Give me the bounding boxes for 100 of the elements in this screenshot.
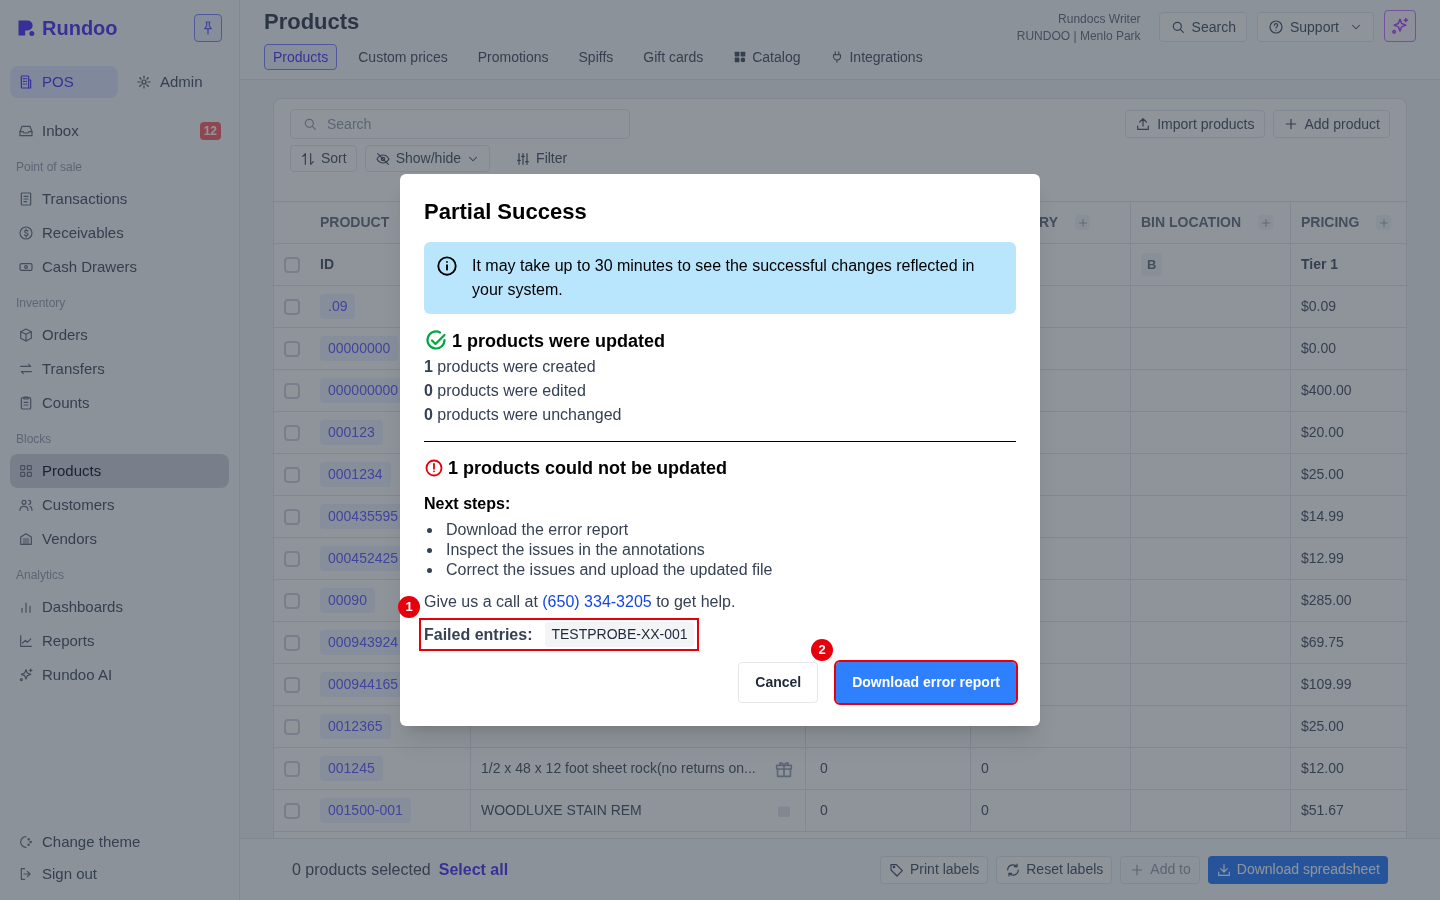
- tab[interactable]: Custom prices: [349, 44, 457, 70]
- nav-item[interactable]: Products: [10, 454, 229, 488]
- nav-item[interactable]: Change theme: [10, 826, 229, 858]
- clipboard-icon: [18, 395, 34, 411]
- nav-item[interactable]: Receivables: [10, 216, 229, 250]
- product-id-link[interactable]: 00000000: [320, 336, 399, 361]
- tab[interactable]: Spiffs: [569, 44, 623, 70]
- toolbar-button[interactable]: Filter: [506, 145, 577, 172]
- table-cell-text: 0: [820, 759, 828, 778]
- table-cell-text: $69.75: [1301, 633, 1344, 652]
- table-cell-text: WOODLUXE STAIN REM: [481, 801, 642, 820]
- result-line: 0 products were edited: [424, 381, 587, 401]
- nav-item[interactable]: Transfers: [10, 352, 229, 386]
- count-badge: 12: [199, 122, 221, 140]
- user-name: Rundocs Writer: [1058, 11, 1141, 28]
- line-chart-icon: [18, 633, 34, 649]
- product-id-link[interactable]: 0012365: [320, 714, 391, 739]
- add-column-button[interactable]: [1258, 215, 1274, 230]
- theme-icon: [18, 834, 34, 850]
- cancel-button[interactable]: Cancel: [738, 662, 819, 703]
- product-id-link[interactable]: 0001234: [320, 462, 391, 487]
- eye-slash-icon: [374, 150, 391, 167]
- action-button[interactable]: Reset labels: [996, 855, 1113, 884]
- download-report-button[interactable]: Download error report: [836, 662, 1016, 703]
- product-id-link[interactable]: 000123: [320, 420, 383, 445]
- box-icon: [18, 327, 34, 343]
- nav-item[interactable]: Vendors: [10, 522, 229, 556]
- add-column-button[interactable]: [1376, 215, 1392, 230]
- table-cell-text: 0: [981, 801, 989, 820]
- error-heading: 1 products could not be updated: [448, 456, 727, 480]
- tab[interactable]: Integrations: [821, 44, 932, 70]
- support-button[interactable]: Support: [1256, 12, 1374, 42]
- column-header: RY: [1039, 213, 1058, 232]
- check-circle-icon: [424, 329, 448, 353]
- product-id-link[interactable]: 001245: [320, 756, 383, 781]
- table-cell-text: $25.00: [1301, 717, 1344, 736]
- table-cell-text: 0: [820, 801, 828, 820]
- phone-link[interactable]: (650) 334-3205: [542, 593, 652, 610]
- nav-item[interactable]: Inbox 12: [10, 114, 229, 148]
- plus-icon: [1259, 216, 1272, 229]
- logo-icon: [16, 18, 36, 38]
- add-button[interactable]: Add product: [1272, 110, 1390, 138]
- nav-item[interactable]: Transactions: [10, 182, 229, 216]
- table-cell-text: $0.00: [1301, 339, 1337, 358]
- action-button[interactable]: Download spreadsheet: [1207, 855, 1388, 884]
- column-header: PRODUCT: [320, 213, 390, 232]
- mode-tab[interactable]: POS: [10, 66, 118, 98]
- search-button[interactable]: Search: [1158, 12, 1247, 42]
- nav-item[interactable]: Customers: [10, 488, 229, 522]
- tab[interactable]: Catalog: [724, 44, 810, 70]
- table-cell-text: $400.00: [1301, 381, 1352, 400]
- product-id-link[interactable]: 001500-001: [320, 798, 411, 823]
- tab[interactable]: Products: [264, 44, 338, 70]
- column-subheader: ID: [320, 255, 334, 274]
- users-icon: [18, 497, 34, 513]
- building-icon: [18, 531, 34, 547]
- action-button[interactable]: Print labels: [880, 855, 989, 884]
- next-steps-label: Next steps:: [424, 494, 512, 514]
- sliders-icon: [515, 150, 532, 167]
- product-id-link[interactable]: 00090: [320, 588, 375, 613]
- arrows-icon: [18, 361, 34, 377]
- pin-button[interactable]: [194, 14, 222, 42]
- table-cell-text: $14.99: [1301, 507, 1344, 526]
- add-column-button[interactable]: [1075, 215, 1090, 230]
- result-line: 0 products were unchanged: [424, 405, 623, 425]
- page-title: Products: [264, 8, 361, 36]
- success-heading: 1 products were updated: [452, 329, 666, 353]
- tab[interactable]: Gift cards: [634, 44, 713, 70]
- help-text: Give us a call at (650) 334-3205 to get help.: [424, 592, 737, 612]
- nav-item[interactable]: Rundoo AI: [10, 658, 229, 692]
- nav-item[interactable]: Cash Drawers: [10, 250, 229, 284]
- toolbar-button[interactable]: Sort: [290, 145, 357, 172]
- column-header: BIN LOCATION: [1141, 213, 1242, 232]
- nav-item[interactable]: Orders: [10, 318, 229, 352]
- nav-item[interactable]: Counts: [10, 386, 229, 420]
- tab[interactable]: Promotions: [468, 44, 558, 70]
- ai-button[interactable]: [1384, 10, 1416, 42]
- product-id-link[interactable]: .09: [320, 294, 356, 319]
- column-header: PRICING: [1301, 213, 1360, 232]
- annotation-marker: 2: [811, 639, 834, 661]
- import-button[interactable]: Import products: [1125, 110, 1265, 138]
- nav-item[interactable]: Dashboards: [10, 590, 229, 624]
- document-icon: [18, 191, 34, 207]
- download-icon: [1215, 861, 1232, 878]
- grid-icon: [18, 463, 34, 479]
- select-all-link[interactable]: Select all: [438, 857, 509, 882]
- logo-text: Rundoo: [42, 16, 118, 41]
- inbox-icon: [18, 123, 34, 139]
- upload-icon: [1135, 116, 1152, 132]
- info-text: It may take up to 30 minutes to see the successful changes reflected in your system.: [472, 256, 976, 300]
- nav-item[interactable]: Sign out: [10, 858, 229, 890]
- settings-icon: [136, 74, 152, 90]
- mode-tab[interactable]: Admin: [128, 66, 211, 98]
- toolbar-button[interactable]: Show/hide: [364, 145, 491, 172]
- nav-item[interactable]: Reports: [10, 624, 229, 658]
- sparkle-icon: [18, 667, 34, 683]
- step-text: Download the error report: [446, 520, 629, 540]
- dialog-title: Partial Success: [424, 198, 588, 226]
- refresh-icon: [1005, 861, 1022, 878]
- table-cell-text: 0: [981, 759, 989, 778]
